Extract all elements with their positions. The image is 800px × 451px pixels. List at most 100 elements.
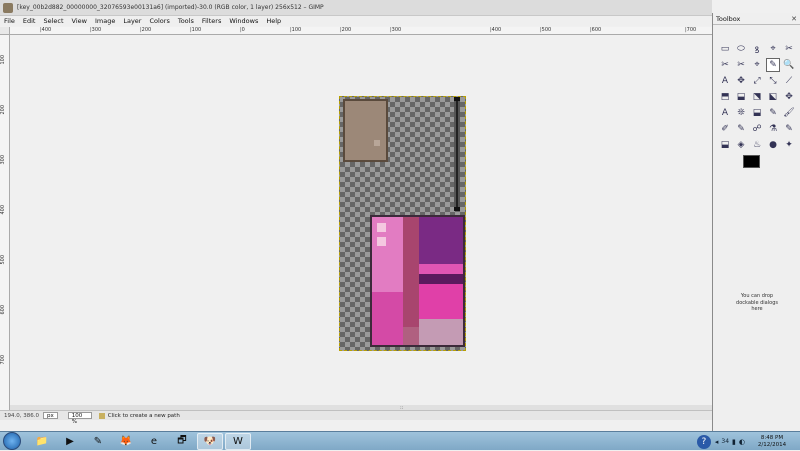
menu-windows[interactable]: Windows [225,17,262,25]
menu-help[interactable]: Help [262,17,285,25]
taskbar-app-w-icon[interactable]: W [225,432,251,450]
tool-icon[interactable]: ✎ [734,122,748,136]
menu-view[interactable]: View [68,17,91,25]
tool-icon[interactable]: ✎ [766,106,780,120]
tool-icon[interactable]: ⚗ [766,122,780,136]
ruler-top-label: |400 [490,27,502,33]
tray-network-icon[interactable]: ▮ [732,438,736,446]
tool-icon[interactable]: ✥ [782,90,796,104]
tool-icon[interactable]: ⌖ [766,42,780,56]
ruler-top-label: |200 [340,27,352,33]
tool-icon[interactable]: ⤡ [766,74,780,88]
tool-icon[interactable]: ✐ [718,122,732,136]
tool-icon[interactable]: ✎ [766,58,780,72]
menu-select[interactable]: Select [39,17,67,25]
tool-icon[interactable]: ⟋ [782,74,796,88]
system-tray: ? ◂ 34 ▮ ◐ 8:48 PM 2/12/2014 [696,432,800,451]
ruler-left-label: 100 [0,55,6,65]
tool-icon[interactable]: ꝸ [750,42,764,56]
taskbar-ie-icon[interactable]: e [141,433,167,450]
clock-date: 2/12/2014 [757,441,787,448]
tray-count: 34 [721,438,730,445]
taskbar-sims-icon[interactable]: ✎ [85,433,111,450]
ruler-top-label: |100 [290,27,302,33]
tool-icon[interactable]: ◈ [734,138,748,152]
ruler-top-label: |300 [390,27,402,33]
taskbar-gimp-icon[interactable]: 🐶 [197,432,223,450]
vertical-ruler[interactable]: 100 200 300 400 500 600 700 [0,35,10,410]
tool-icon[interactable]: A [718,74,732,88]
tool-icon[interactable]: ⬓ [750,106,764,120]
tool-icon[interactable]: ♨ [750,138,764,152]
tool-icon[interactable]: ☍ [750,122,764,136]
tool-icon[interactable]: ✥ [734,74,748,88]
tan-chip [374,140,380,146]
menu-file[interactable]: File [0,17,19,25]
tray-arrow-icon[interactable]: ◂ [715,438,719,446]
tool-icon[interactable]: 🔍 [782,58,796,72]
tool-icon[interactable]: ✎ [782,122,796,136]
tool-icon[interactable]: ⤢ [750,74,764,88]
menu-edit[interactable]: Edit [19,17,40,25]
menu-layer[interactable]: Layer [119,17,145,25]
ruler-left-label: 200 [0,105,6,115]
close-icon[interactable]: ✕ [791,15,797,23]
tool-icon[interactable]: ⬔ [750,90,764,104]
tool-icon[interactable]: ✦ [782,138,796,152]
tool-icon[interactable]: ⬒ [718,90,732,104]
ruler-top-label: |500 [540,27,552,33]
status-message: Click to create a new path [107,412,180,419]
statusbar: 194.0, 386.0 px 100 % Click to create a … [0,410,712,425]
tool-icon[interactable]: ⬭ [734,42,748,56]
mauve-panel [419,319,463,345]
tool-icon[interactable]: ❊ [734,106,748,120]
tool-icon[interactable]: ✂ [734,58,748,72]
pink-strip [403,217,419,327]
tool-icon[interactable]: ▭ [718,42,732,56]
tool-icon[interactable]: A [718,106,732,120]
horizontal-ruler[interactable]: |400 |300 |200 |100 |0 |100 |200 |300 |4… [10,27,712,35]
unit-dropdown[interactable]: px [43,412,58,419]
tray-volume-icon[interactable]: ◐ [739,438,745,446]
ruler-top-label: |600 [590,27,602,33]
toolbox-title: Toolbox [716,14,741,23]
foreground-color-swatch[interactable] [743,155,760,168]
tool-icon[interactable]: 🖌 [782,106,796,120]
texture-tan-patch [343,99,388,162]
taskbar-media-player-icon[interactable]: ▶ [57,433,83,450]
tool-icon[interactable]: ● [766,138,780,152]
tool-icon[interactable]: ✂ [782,42,796,56]
clock-time: 8:48 PM [760,434,784,441]
ruler-top-label: |0 [240,27,245,33]
taskbar-firefox-icon[interactable]: 🦊 [113,433,139,450]
pink-lower-column [372,292,403,345]
pink-band [419,264,463,274]
menu-tools[interactable]: Tools [174,17,198,25]
help-icon[interactable]: ? [696,434,711,449]
color-selector[interactable] [741,153,771,175]
tool-icon[interactable]: ⬓ [718,138,732,152]
menu-filters[interactable]: Filters [198,17,225,25]
ruler-corner[interactable] [0,27,10,35]
texture-pink-block [370,215,465,347]
tool-icon[interactable]: ⬓ [734,90,748,104]
taskbar-window-icon[interactable]: 🗗 [169,433,195,450]
window-title: [key_00b2d882_00000000_32076593e00131a6]… [17,4,324,11]
taskbar-explorer-icon[interactable]: 📁 [29,433,55,450]
menu-image[interactable]: Image [91,17,119,25]
tool-icon[interactable]: ⌖ [750,58,764,72]
ruler-top-label: |300 [90,27,102,33]
ruler-top-label: |400 [40,27,52,33]
pink-strip-lower [403,327,419,345]
start-button[interactable] [3,432,21,450]
ruler-left-label: 300 [0,155,6,165]
magenta-band [419,284,463,319]
gimp-app-icon [3,2,13,13]
tool-icon[interactable]: ⬕ [766,90,780,104]
purple-panel [419,217,463,264]
menu-colors[interactable]: Colors [145,17,173,25]
zoom-dropdown[interactable]: 100 % [67,412,92,425]
ruler-top-label: |100 [190,27,202,33]
tool-icon[interactable]: ✂ [718,58,732,72]
clock[interactable]: 8:48 PM 2/12/2014 [748,435,796,449]
